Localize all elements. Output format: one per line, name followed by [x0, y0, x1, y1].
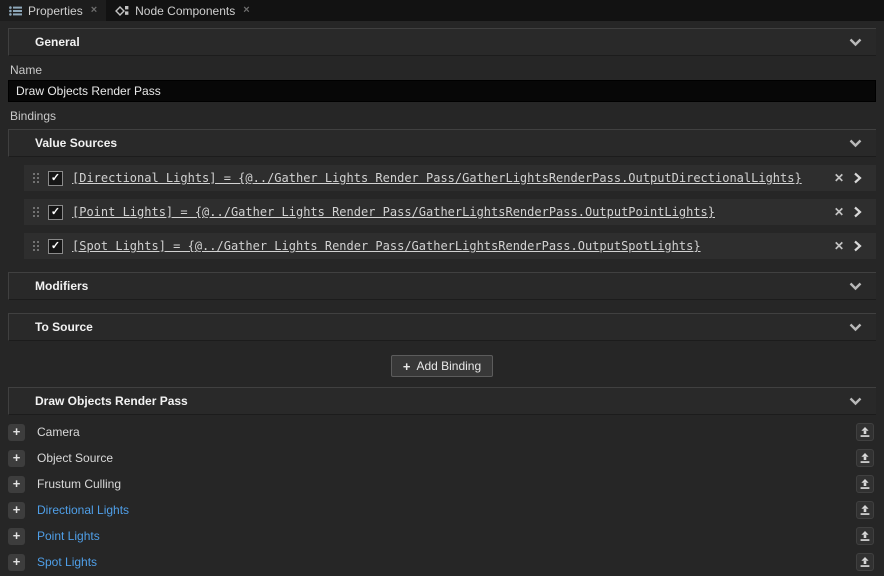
add-property-button[interactable]: + [8, 476, 25, 493]
binding-rows: ✓ [Directional Lights] = {@../Gather Lig… [24, 165, 876, 259]
property-label[interactable]: Point Lights [37, 529, 856, 543]
chevron-down-icon[interactable] [849, 282, 866, 291]
tab-node-components-label: Node Components [135, 4, 235, 18]
add-property-button[interactable]: + [8, 502, 25, 519]
section-value-sources-title: Value Sources [35, 136, 849, 150]
push-to-node-button[interactable] [856, 527, 874, 545]
push-to-node-button[interactable] [856, 475, 874, 493]
property-row-camera: + Camera [8, 419, 876, 445]
property-label: Camera [37, 425, 856, 439]
push-to-node-button[interactable] [856, 449, 874, 467]
property-label[interactable]: Directional Lights [37, 503, 856, 517]
property-row-directional-lights: + Directional Lights [8, 497, 876, 523]
section-render-pass-title: Draw Objects Render Pass [35, 394, 849, 408]
open-binding-icon[interactable] [853, 172, 868, 184]
property-label: Frustum Culling [37, 477, 856, 491]
add-property-button[interactable]: + [8, 450, 25, 467]
binding-row: ✓ [Spot Lights] = {@../Gather Lights Ren… [24, 233, 876, 259]
add-property-button[interactable]: + [8, 528, 25, 545]
open-binding-icon[interactable] [853, 206, 868, 218]
name-label: Name [10, 63, 874, 77]
section-modifiers-title: Modifiers [35, 279, 849, 293]
section-render-pass[interactable]: Draw Objects Render Pass [8, 387, 876, 415]
property-row-spot-lights: + Spot Lights [8, 549, 876, 575]
add-binding-label: Add Binding [416, 359, 481, 373]
bindings-label: Bindings [10, 109, 874, 123]
property-row-frustum-culling: + Frustum Culling [8, 471, 876, 497]
add-binding-button[interactable]: + Add Binding [391, 355, 493, 377]
property-row-point-lights: + Point Lights [8, 523, 876, 549]
push-to-node-button[interactable] [856, 423, 874, 441]
add-property-button[interactable]: + [8, 424, 25, 441]
section-modifiers[interactable]: Modifiers [8, 272, 876, 300]
chevron-down-icon[interactable] [849, 38, 866, 47]
open-binding-icon[interactable] [853, 240, 868, 252]
binding-row: ✓ [Directional Lights] = {@../Gather Lig… [24, 165, 876, 191]
plus-icon: + [403, 360, 411, 373]
binding-expression[interactable]: [Spot Lights] = {@../Gather Lights Rende… [72, 239, 817, 253]
chevron-down-icon[interactable] [849, 139, 866, 148]
push-to-node-button[interactable] [856, 553, 874, 571]
binding-checkbox[interactable]: ✓ [48, 239, 63, 254]
binding-row: ✓ [Point Lights] = {@../Gather Lights Re… [24, 199, 876, 225]
property-row-object-source: + Object Source [8, 445, 876, 471]
chevron-down-icon[interactable] [849, 323, 866, 332]
chevron-down-icon[interactable] [849, 397, 866, 406]
property-label: Object Source [37, 451, 856, 465]
property-label[interactable]: Spot Lights [37, 555, 856, 569]
push-to-node-button[interactable] [856, 501, 874, 519]
drag-handle-icon[interactable] [32, 239, 40, 253]
node-components-icon [115, 5, 129, 17]
section-general[interactable]: General [8, 28, 876, 56]
section-general-title: General [35, 35, 849, 49]
tab-bar: Properties × Node Components × [0, 0, 884, 21]
name-input[interactable] [8, 80, 876, 102]
section-to-source[interactable]: To Source [8, 313, 876, 341]
tab-node-components[interactable]: Node Components × [106, 0, 259, 21]
remove-binding-icon[interactable]: ✕ [834, 206, 844, 218]
binding-checkbox[interactable]: ✓ [48, 205, 63, 220]
tab-properties[interactable]: Properties × [0, 0, 106, 21]
property-list: + Camera + Object Source + Frustum Culli… [8, 419, 876, 575]
remove-binding-icon[interactable]: ✕ [834, 240, 844, 252]
binding-expression[interactable]: [Directional Lights] = {@../Gather Light… [72, 171, 817, 185]
remove-binding-icon[interactable]: ✕ [834, 172, 844, 184]
tab-properties-label: Properties [28, 4, 83, 18]
binding-expression[interactable]: [Point Lights] = {@../Gather Lights Rend… [72, 205, 817, 219]
drag-handle-icon[interactable] [32, 171, 40, 185]
section-value-sources[interactable]: Value Sources [8, 129, 876, 157]
section-to-source-title: To Source [35, 320, 849, 334]
binding-checkbox[interactable]: ✓ [48, 171, 63, 186]
drag-handle-icon[interactable] [32, 205, 40, 219]
tab-properties-close-icon[interactable]: × [91, 5, 97, 16]
properties-panel: General Name Bindings Value Sources ✓ [D… [0, 28, 884, 575]
properties-list-icon [9, 6, 22, 16]
tab-node-components-close-icon[interactable]: × [243, 5, 249, 16]
add-property-button[interactable]: + [8, 554, 25, 571]
